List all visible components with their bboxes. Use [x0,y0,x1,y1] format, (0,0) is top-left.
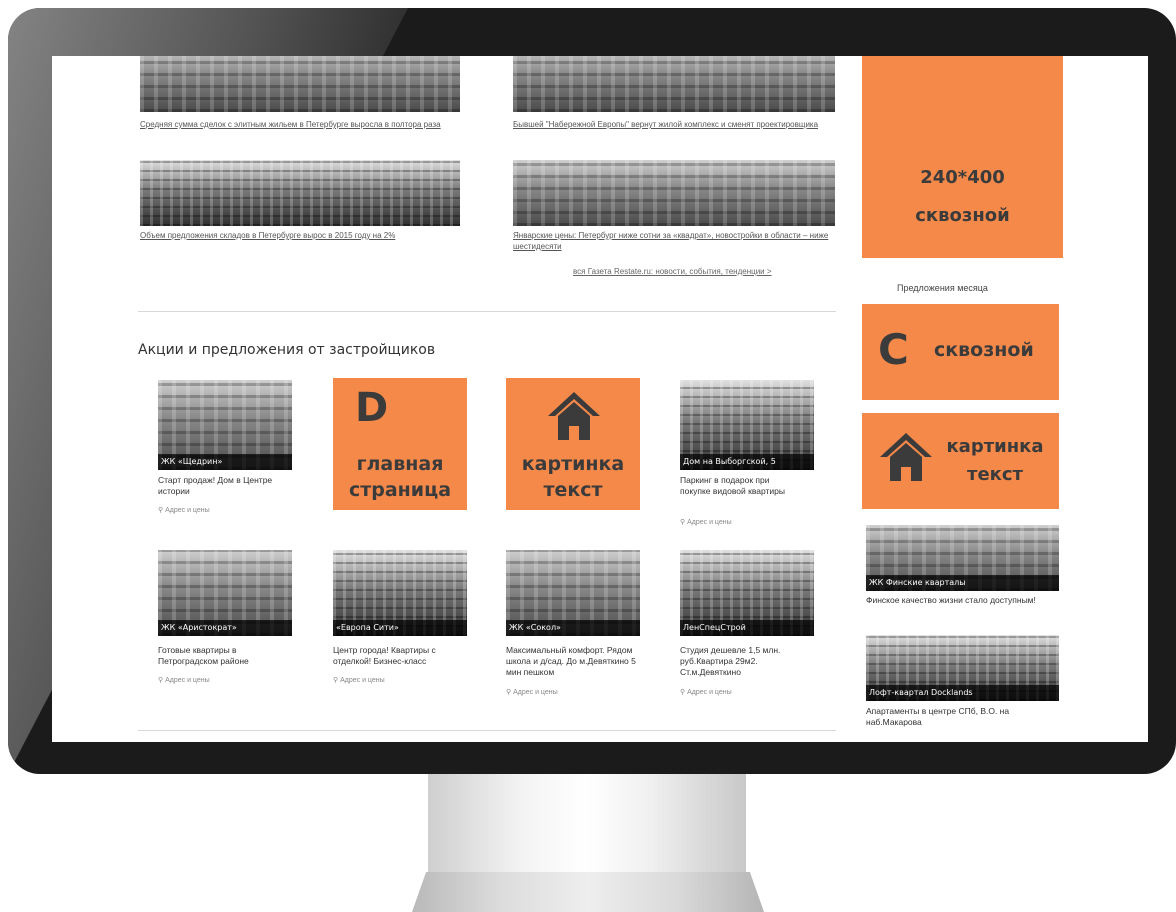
monitor-stand-neck [428,774,746,872]
house-icon [880,433,932,481]
card-photo-aristokrat[interactable]: ЖК «Аристократ» [158,550,292,636]
card-address-label: Адрес и цены [165,507,210,514]
card-photo-lenspetsstroy[interactable]: ЛенСпецСтрой [680,550,814,636]
card-photo-evropa-siti[interactable]: «Европа Сити» [333,550,467,636]
news-photo-4[interactable] [513,160,835,226]
card-address-link[interactable]: ⚲ Адрес и цены [158,676,210,684]
card-caption: «Европа Сити» [333,620,467,636]
card-address-link[interactable]: ⚲ Адрес и цены [680,688,732,696]
banner-d-line2: страница [348,479,452,501]
card-text[interactable]: Старт продаж! Дом в Центре истории [158,475,278,497]
section-title: Акции и предложения от застройщиков [138,342,436,358]
card-address-link[interactable]: ⚲ Адрес и цены [506,688,558,696]
card-address-link[interactable]: ⚲ Адрес и цены [333,676,385,684]
house-icon [548,392,600,440]
card-address-link[interactable]: ⚲ Адрес и цены [680,518,732,526]
sidebar-card-text[interactable]: Апартаменты в центре СПб, В.О. на наб.Ма… [866,706,1056,728]
sidebar-card-photo-finskie[interactable]: ЖК Финские кварталы [866,525,1059,591]
card-photo-shchedrin[interactable]: ЖК «Щедрин» [158,380,292,470]
offers-of-month-label: Предложения месяца [897,283,988,293]
sidebar-card-photo-docklands[interactable]: Лофт-квартал Docklands [866,635,1059,701]
news-link-3[interactable]: Объем предложения складов в Петербурге в… [140,230,470,241]
banner-c-letter: C [878,325,909,374]
card-caption: Дом на Выборгской, 5 [680,454,814,470]
card-address-label: Адрес и цены [165,677,210,684]
banner-c-sitewide[interactable]: C сквозной [862,304,1059,400]
card-caption: ЛенСпецСтрой [680,620,814,636]
card-text[interactable]: Студия дешевле 1,5 млн. руб.Квартира 29м… [680,645,808,678]
section-divider-top [138,311,836,312]
banner-240-line1: 240*400 [920,167,1005,188]
card-text[interactable]: Готовые квартиры в Петроградском районе [158,645,288,667]
news-link-4[interactable]: Январские цены: Петербург ниже сотни за … [513,230,833,252]
card-address-link[interactable]: ⚲ Адрес и цены [158,506,210,514]
card-text[interactable]: Центр города! Квартиры с отделкой! Бизне… [333,645,467,667]
banner-d-line1: главная [356,453,444,475]
card-caption: Лофт-квартал Docklands [866,685,1059,701]
news-photo-1[interactable] [140,56,460,112]
news-link-1[interactable]: Средняя сумма сделок с элитным жильем в … [140,119,468,130]
card-photo-sokol[interactable]: ЖК «Сокол» [506,550,640,636]
section-divider-bottom [138,730,836,731]
card-address-label: Адрес и цены [687,689,732,696]
card-text[interactable]: Максимальный комфорт. Рядом школа и д/са… [506,645,642,678]
card-photo-vyborgskaya[interactable]: Дом на Выборгской, 5 [680,380,814,470]
banner-sidebar-pic-line2: текст [967,464,1023,485]
card-address-label: Адрес и цены [340,677,385,684]
banner-sidebar-picture-text[interactable]: картинка текст [862,413,1059,509]
banner-sidebar-pic-line1: картинка [946,436,1044,457]
card-caption: ЖК «Щедрин» [158,454,292,470]
sidebar-card-text[interactable]: Финское качество жизни стало доступным! [866,595,1046,606]
banner-picture-line2: текст [543,479,603,501]
browser-screen: Средняя сумма сделок с элитным жильем в … [52,56,1148,742]
card-address-label: Адрес и цены [687,519,732,526]
banner-d-main-page[interactable]: D главная страница [333,378,467,510]
monitor-frame: Средняя сумма сделок с элитным жильем в … [8,8,1176,774]
card-caption: ЖК «Аристократ» [158,620,292,636]
news-photo-3[interactable] [140,160,460,226]
all-news-link[interactable]: вся Газета Restate.ru: новости, события,… [573,267,772,276]
banner-c-text: сквозной [934,339,1034,361]
news-link-2[interactable]: Бывшей "Набережной Европы" вернут жилой … [513,119,841,130]
banner-picture-text[interactable]: картинка текст [506,378,640,510]
banner-picture-line1: картинка [521,453,625,475]
card-caption: ЖК «Сокол» [506,620,640,636]
card-text[interactable]: Паркинг в подарок при покупке видовой кв… [680,475,800,497]
card-address-label: Адрес и цены [513,689,558,696]
card-caption: ЖК Финские кварталы [866,575,1059,591]
banner-d-letter: D [355,385,389,431]
banner-240-line2: сквозной [915,205,1010,226]
monitor-stand-base [412,872,764,912]
banner-240x400[interactable]: 240*400 сквозной [862,56,1063,258]
news-photo-2[interactable] [513,56,835,112]
